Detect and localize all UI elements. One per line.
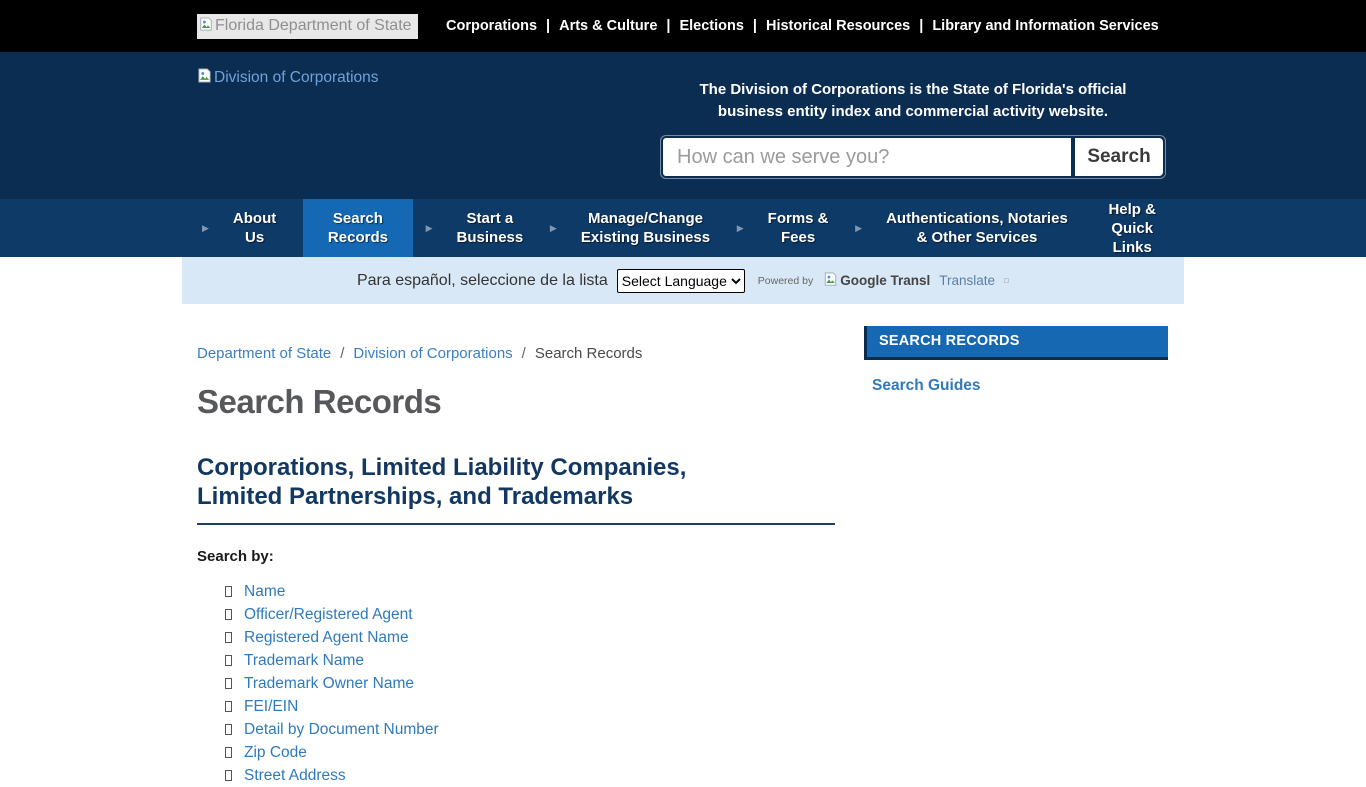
list-item: Street Address [225,764,852,787]
square-bullet-icon [225,586,232,597]
search-link-officer-registered-agent[interactable]: Officer/Registered Agent [244,606,413,624]
nav-item-help-quick-links[interactable]: Help & Quick Links [1094,199,1170,257]
sidebar-link-search-guides[interactable]: Search Guides [872,377,981,395]
nav-item-start-a-business[interactable]: Start a Business [443,199,538,257]
search-link-trademark-owner-name[interactable]: Trademark Owner Name [244,675,414,693]
list-item: FEI/EIN [225,695,852,718]
square-bullet-icon [225,609,232,620]
breadcrumb: Department of State / Division of Corpor… [197,345,852,362]
florida-department-of-state-logo[interactable]: Florida Department of State [197,14,418,39]
site-search-input[interactable] [663,138,1071,176]
search-link-name[interactable]: Name [244,583,285,601]
list-item: Zip Code [225,741,852,764]
list-item: Trademark Name [225,649,852,672]
search-link-zip-code[interactable]: Zip Code [244,744,307,762]
broken-image-icon [197,68,212,88]
chevron-right-icon: ▶ [550,223,557,234]
site-header: Division of Corporations The Division of… [0,52,1366,199]
link-separator: | [666,18,670,34]
language-select[interactable]: Select Language [617,269,745,293]
link-separator: | [753,18,757,34]
list-item: Registered Agent Name [225,626,852,649]
section-heading: Corporations, Limited Liability Companie… [197,453,835,525]
broken-image-icon [822,272,839,289]
breadcrumb-separator: / [522,345,526,362]
site-search: Search [663,138,1163,176]
search-link-trademark-name[interactable]: Trademark Name [244,652,364,670]
search-by-label: Search by: [197,548,852,565]
square-bullet-icon [225,701,232,712]
site-search-button[interactable]: Search [1071,138,1163,176]
language-prompt: Para español, seleccione de la lista [357,272,608,290]
search-link-fei-ein[interactable]: FEI/EIN [244,698,298,716]
search-link-street-address[interactable]: Street Address [244,767,346,785]
google-translate-logo: Google Transl [822,272,930,289]
search-link-registered-agent-name[interactable]: Registered Agent Name [244,629,409,647]
list-item: Trademark Owner Name [225,672,852,695]
sidebar-header-search-records: SEARCH RECORDS [864,326,1168,360]
powered-by-label: Powered by [758,275,813,287]
florida-department-of-state-logo-alt: Florida Department of State [215,17,412,35]
department-links: Corporations | Arts & Culture | Election… [446,18,1159,34]
google-translate-logo-alt: Google Transl [840,273,930,288]
division-of-corporations-logo-alt: Division of Corporations [214,69,379,87]
chevron-right-icon: ▶ [202,223,209,234]
top-link-elections[interactable]: Elections [679,18,743,34]
square-bullet-icon [225,632,232,643]
broken-image-icon [199,17,213,36]
top-link-arts-culture[interactable]: Arts & Culture [559,18,657,34]
top-link-historical-resources[interactable]: Historical Resources [766,18,910,34]
breadcrumb-separator: / [340,345,344,362]
square-bullet-icon [225,655,232,666]
division-of-corporations-logo[interactable]: Division of Corporations [197,67,379,88]
square-bullet-icon [225,747,232,758]
main-content: Department of State / Division of Corpor… [197,326,852,787]
top-link-corporations[interactable]: Corporations [446,18,537,34]
sidebar: SEARCH RECORDS Search Guides [864,326,1168,787]
main-navigation: ▶ About Us Search Records ▶ Start a Busi… [0,199,1366,257]
top-utility-bar: Florida Department of State Corporations… [0,0,1366,52]
list-item: Name [225,580,852,603]
search-link-detail-by-document-number[interactable]: Detail by Document Number [244,721,439,739]
search-by-list: Name Officer/Registered Agent Registered… [197,580,852,787]
square-bullet-icon [225,724,232,735]
page-title: Search Records [197,383,852,421]
nav-item-forms-fees[interactable]: Forms & Fees [754,199,843,257]
chevron-right-icon: ▶ [426,223,433,234]
square-bullet-icon [225,678,232,689]
breadcrumb-division-of-corporations[interactable]: Division of Corporations [353,345,512,362]
translate-link[interactable]: Translate [939,273,995,288]
square-bullet-icon [225,770,232,781]
nav-item-search-records[interactable]: Search Records [303,199,413,257]
language-bar: Para español, seleccione de la lista Sel… [182,257,1184,304]
chevron-right-icon: ▶ [855,223,862,234]
list-item: Officer/Registered Agent [225,603,852,626]
nav-item-manage-change-existing-business[interactable]: Manage/Change Existing Business [567,199,724,257]
nav-item-authentications-notaries-other-services[interactable]: Authentications, Notaries & Other Servic… [872,199,1082,257]
nav-item-about-us[interactable]: About Us [219,199,290,257]
link-separator: | [919,18,923,34]
broken-image-icon [1004,278,1009,283]
top-link-library-information-services[interactable]: Library and Information Services [932,18,1158,34]
breadcrumb-current-search-records: Search Records [535,345,643,362]
link-separator: | [546,18,550,34]
site-tagline: The Division of Corporations is the Stat… [663,79,1163,123]
breadcrumb-department-of-state[interactable]: Department of State [197,345,331,362]
list-item: Detail by Document Number [225,718,852,741]
chevron-right-icon: ▶ [737,223,744,234]
